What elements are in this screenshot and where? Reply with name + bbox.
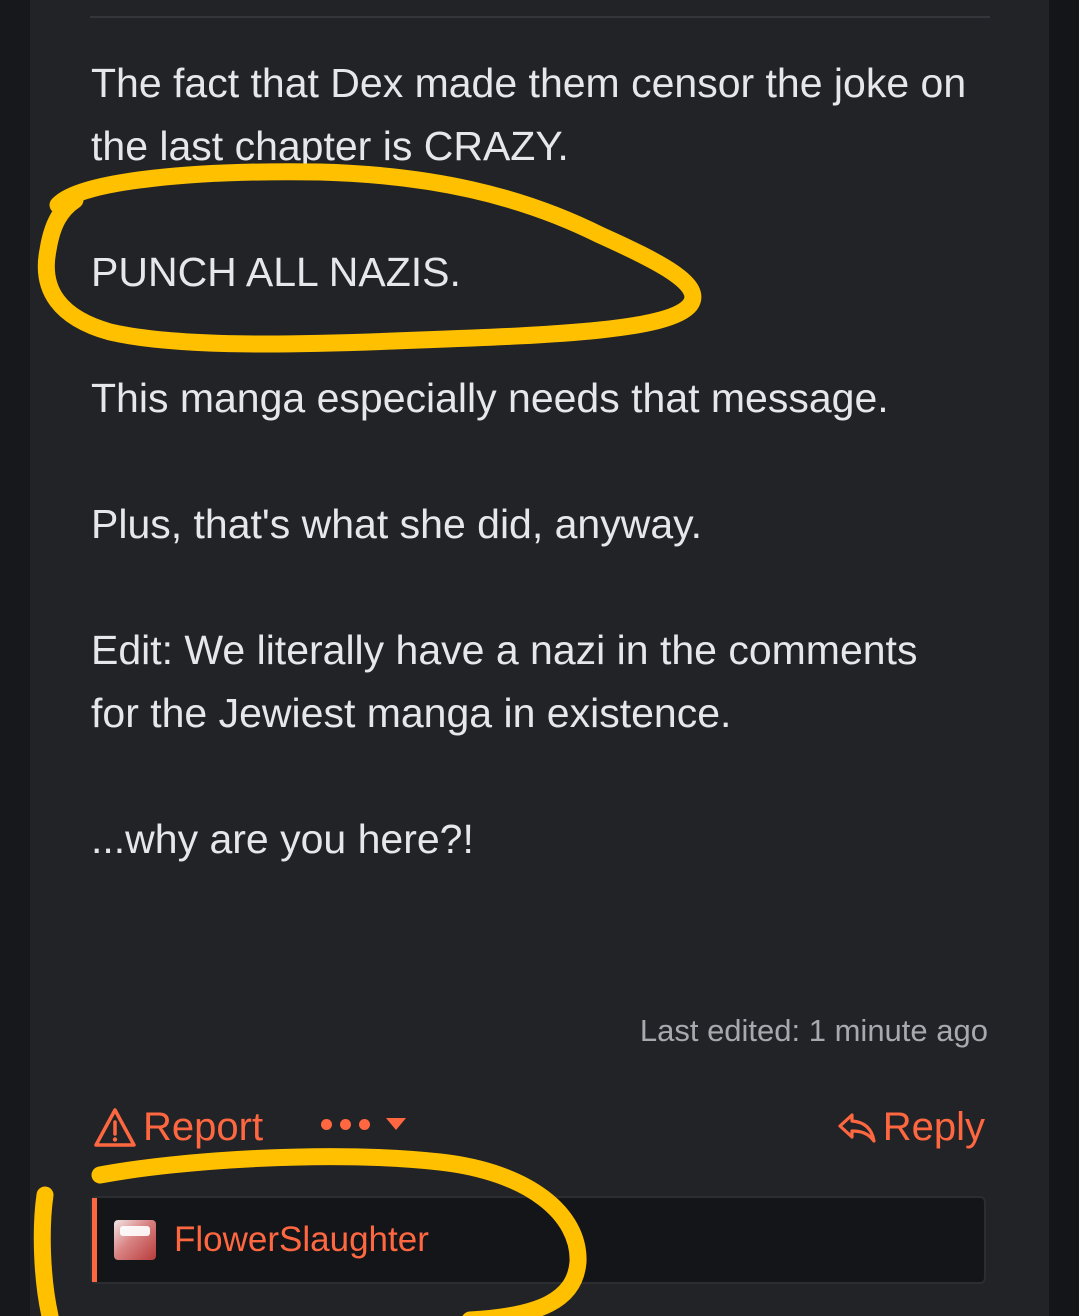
quote-accent-bar [92,1198,97,1282]
more-dots-icon [321,1118,332,1130]
comment-paragraph: PUNCH ALL NAZIS. [91,249,461,295]
comment-paragraph: This manga especially needs that message… [91,375,889,421]
avatar [114,1220,156,1260]
more-dots-icon [340,1118,351,1130]
report-button[interactable]: Report [93,1105,263,1150]
comment-paragraph: Edit: We literally have a nazi in the co… [91,627,918,736]
caret-down-icon [386,1118,406,1130]
comment-paragraph: ...why are you here?! [91,816,474,862]
reply-arrow-icon [838,1112,876,1143]
last-edited-label: Last edited: 1 minute ago [639,1013,988,1048]
more-options-button[interactable] [321,1116,408,1132]
left-margin [0,0,30,1316]
quoted-reply-box[interactable]: FlowerSlaughter [90,1196,986,1284]
right-margin [1049,0,1079,1316]
warning-triangle-icon [94,1107,136,1147]
comment-body: The fact that Dex made them censor the j… [91,52,971,934]
quote-username[interactable]: FlowerSlaughter [174,1220,429,1260]
comment-paragraph: The fact that Dex made them censor the j… [91,60,967,169]
reply-label: Reply [882,1105,985,1149]
divider [90,16,990,18]
comment-actions: Report Reply [93,1098,985,1158]
comment-paragraph: Plus, that's what she did, anyway. [91,501,702,547]
reply-button[interactable]: Reply [837,1105,985,1150]
report-label: Report [143,1105,264,1149]
more-dots-icon [359,1118,370,1130]
